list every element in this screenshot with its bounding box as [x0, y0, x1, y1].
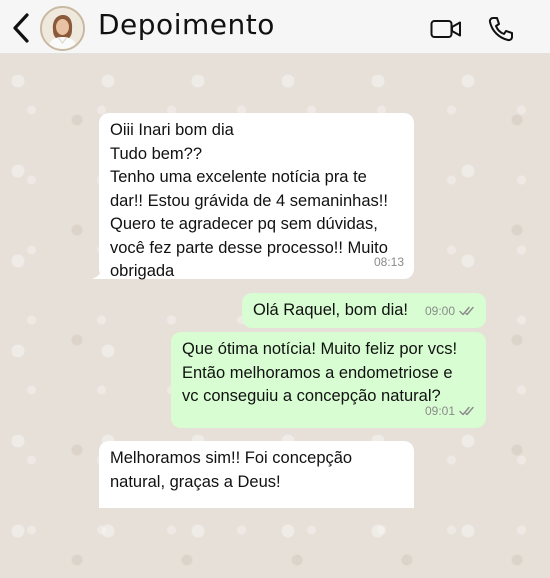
bubble-tail — [92, 265, 106, 279]
message-bubble-incoming[interactable]: Melhoramos sim!! Foi concepção natural, … — [99, 441, 414, 508]
double-check-icon — [459, 307, 474, 316]
video-call-icon[interactable] — [430, 17, 462, 41]
message-bubble-outgoing[interactable]: Olá Raquel, bom dia! 09:00 — [242, 293, 486, 328]
voice-call-icon[interactable] — [487, 15, 515, 43]
message-meta: 09:00 — [425, 300, 476, 324]
message-meta: 09:01 — [425, 400, 476, 424]
message-meta: 08:13 — [374, 251, 404, 275]
message-bubble-incoming[interactable]: Oiii Inari bom dia Tudo bem?? Tenho uma … — [92, 113, 414, 280]
message-time: 09:01 — [424, 403, 455, 418]
double-check-icon — [459, 407, 474, 416]
message-text: Que ótima notícia! Muito feliz por vcs! … — [182, 340, 458, 405]
avatar-portrait-icon — [42, 8, 83, 49]
message-time: 09:00 — [424, 303, 455, 318]
message-time: 08:13 — [373, 254, 404, 269]
chat-title[interactable]: Depoimento — [98, 8, 275, 41]
message-text: Oiii Inari bom dia Tudo bem?? Tenho uma … — [110, 121, 388, 280]
message-bubble-outgoing[interactable]: Que ótima notícia! Muito feliz por vcs! … — [171, 332, 486, 428]
back-chevron-icon[interactable] — [10, 12, 34, 44]
message-text: Melhoramos sim!! Foi concepção natural, … — [110, 449, 353, 491]
chat-header: Depoimento — [0, 0, 550, 54]
contact-avatar[interactable] — [40, 6, 85, 51]
